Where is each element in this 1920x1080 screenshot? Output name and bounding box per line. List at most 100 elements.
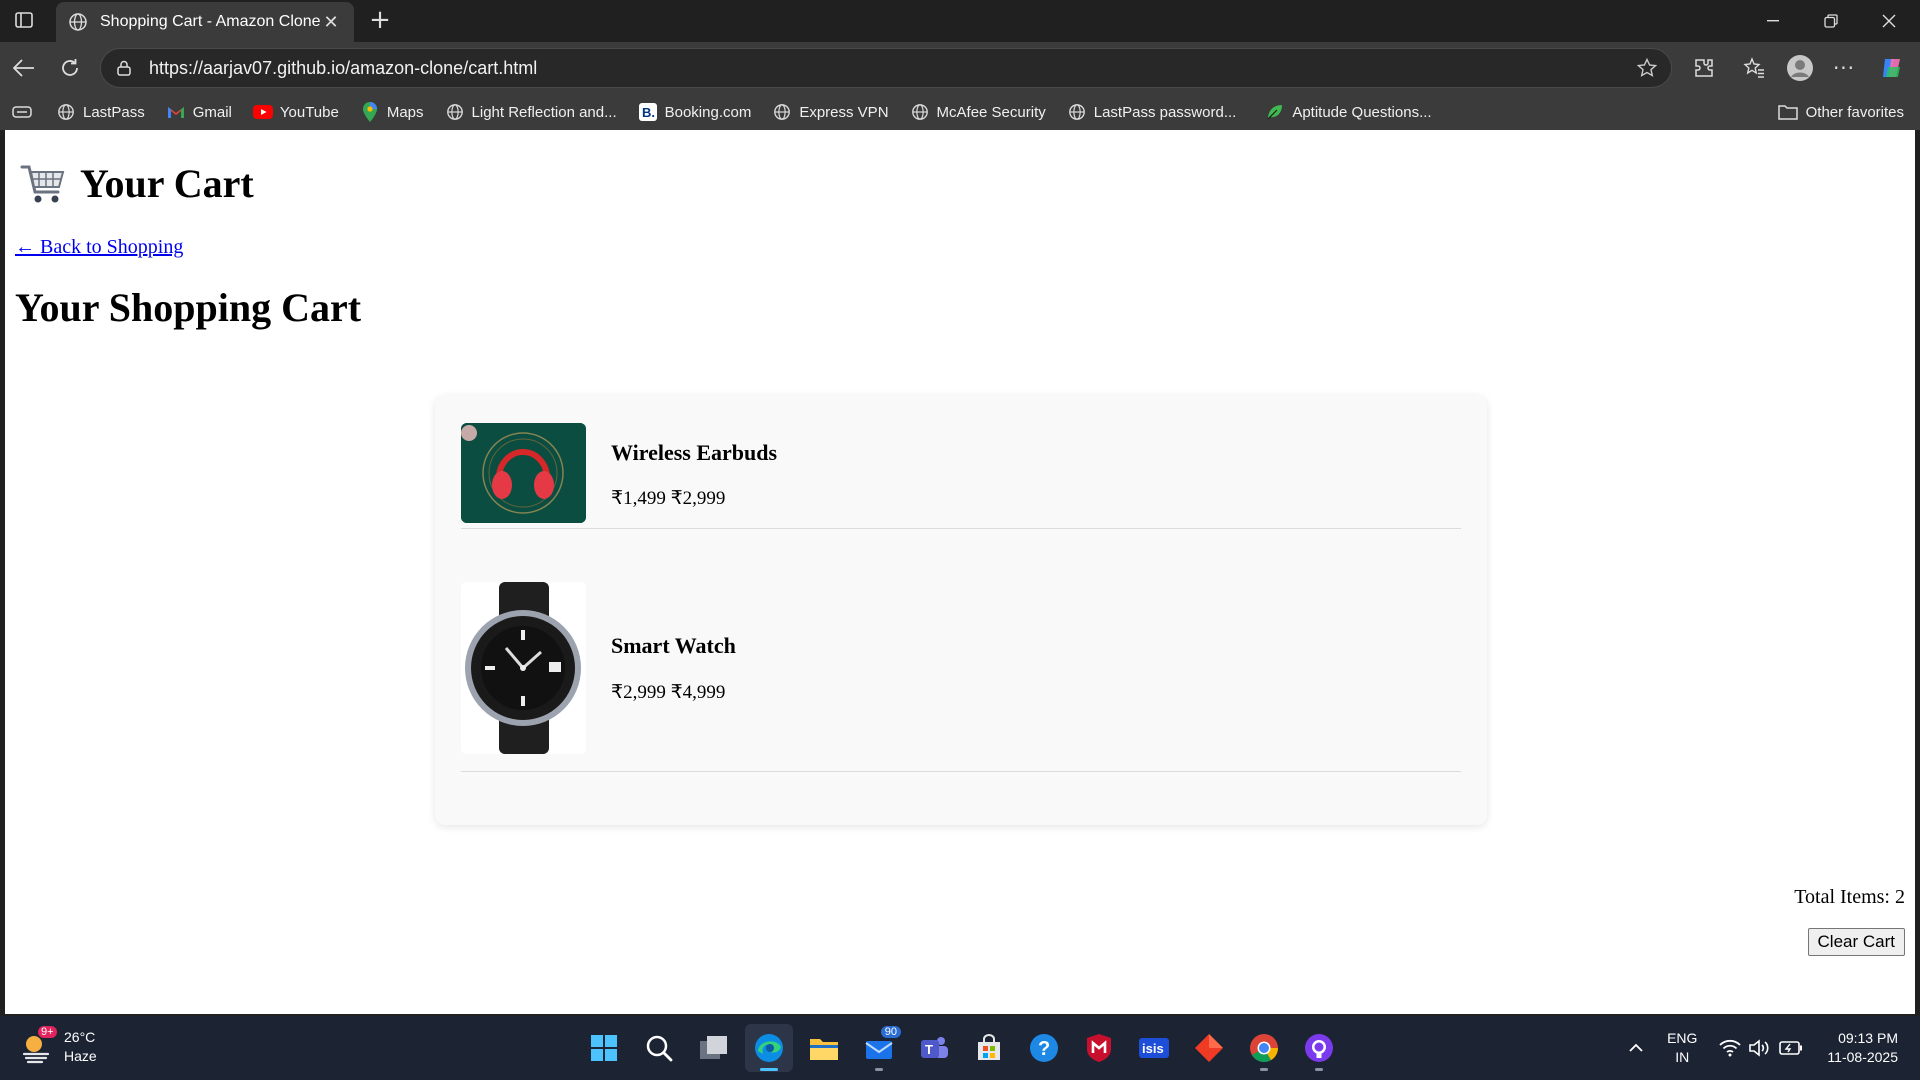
globe-icon: [910, 102, 930, 122]
folder-icon: [1777, 105, 1798, 120]
youtube-icon: [252, 102, 273, 122]
show-hidden-icons-icon[interactable]: [1621, 1040, 1651, 1056]
other-favorites[interactable]: Other favorites: [1777, 94, 1904, 130]
favorite-star-icon[interactable]: [1637, 58, 1657, 78]
more-options-icon[interactable]: ···: [1828, 52, 1860, 84]
help-icon[interactable]: ?: [1020, 1024, 1068, 1072]
page-viewport: Your Cart ← Back to Shopping Your Shoppi…: [5, 130, 1915, 1014]
svg-text:isis: isis: [1142, 1041, 1164, 1056]
item-image: [461, 582, 586, 754]
tab-close-icon[interactable]: ✕: [320, 12, 342, 33]
browser-tab[interactable]: Shopping Cart - Amazon Clone ✕: [56, 2, 354, 42]
extensions-icon[interactable]: [1688, 52, 1720, 84]
battery-icon: [1779, 1041, 1803, 1055]
cart-item: Smart Watch ₹2,999 ₹4,999: [461, 582, 1461, 772]
bookmark-label: Aptitude Questions...: [1292, 103, 1432, 121]
quick-settings[interactable]: [1719, 1039, 1803, 1057]
item-price: ₹2,999 ₹4,999: [611, 682, 726, 703]
bookmark-label: McAfee Security: [936, 103, 1046, 121]
language-code: ENG: [1667, 1030, 1698, 1046]
back-to-shopping-link[interactable]: ← Back to Shopping: [15, 236, 183, 259]
weather-badge: 9+: [38, 1026, 57, 1038]
total-items: Total Items: 2: [1794, 886, 1905, 908]
globe-icon: [69, 13, 87, 31]
bookmark-aptitude[interactable]: Aptitude Questions...: [1265, 102, 1432, 122]
chrome-icon[interactable]: [1240, 1024, 1288, 1072]
task-view-icon[interactable]: [690, 1024, 738, 1072]
globe-icon: [56, 102, 76, 122]
close-window-icon[interactable]: [1860, 0, 1918, 42]
github-icon[interactable]: [1295, 1024, 1343, 1072]
search-icon[interactable]: [635, 1024, 683, 1072]
globe-icon: [445, 102, 465, 122]
browser-title-bar: Shopping Cart - Amazon Clone ✕ +: [0, 0, 1920, 42]
back-arrow-icon[interactable]: [8, 52, 40, 84]
wifi-icon: [1719, 1039, 1742, 1057]
edge-browser-icon[interactable]: [745, 1024, 793, 1072]
bookmark-lastpass[interactable]: LastPass: [56, 102, 145, 122]
bookmark-label: LastPass: [83, 103, 145, 121]
copilot-icon[interactable]: [1876, 52, 1908, 84]
system-tray: ENG IN 09:13 PM 11-08-2025: [1621, 1016, 1920, 1080]
mail-badge: 90: [880, 1026, 901, 1038]
tab-title: Shopping Cart - Amazon Clone: [100, 13, 320, 30]
new-tab-button[interactable]: +: [364, 4, 396, 36]
globe-icon: [772, 102, 792, 122]
diamond-app-icon[interactable]: [1185, 1024, 1233, 1072]
cart-container: Wireless Earbuds ₹1,499 ₹2,999 Smart Wat…: [435, 395, 1487, 825]
address-bar[interactable]: https://aarjav07.github.io/amazon-clone/…: [100, 48, 1672, 88]
microsoft-store-icon[interactable]: [965, 1024, 1013, 1072]
bookmark-lastpass-password[interactable]: LastPass password...: [1067, 102, 1237, 122]
page-heading-text: Your Cart: [80, 161, 254, 206]
bookmark-label: LastPass password...: [1093, 103, 1237, 121]
bookmark-label: Light Reflection and...: [471, 103, 617, 121]
bookmark-light-reflection[interactable]: Light Reflection and...: [445, 102, 617, 122]
bookmark-express-vpn[interactable]: Express VPN: [772, 102, 889, 122]
bookmark-label: YouTube: [279, 103, 339, 121]
minimize-icon[interactable]: [1744, 0, 1802, 42]
cart-item: Wireless Earbuds ₹1,499 ₹2,999: [461, 423, 1461, 529]
restore-icon[interactable]: [1802, 0, 1860, 42]
svg-text:T: T: [925, 1042, 933, 1057]
bookmark-maps[interactable]: Maps: [360, 102, 424, 122]
language-indicator[interactable]: ENG IN: [1667, 1029, 1697, 1067]
bookmark-youtube[interactable]: YouTube: [252, 102, 339, 122]
mail-icon[interactable]: 90: [855, 1024, 903, 1072]
teams-icon[interactable]: T: [910, 1024, 958, 1072]
clear-cart-button[interactable]: Clear Cart: [1807, 928, 1905, 956]
item-image: [461, 423, 586, 523]
maps-icon: [360, 102, 380, 122]
item-price: ₹1,499 ₹2,999: [611, 488, 726, 509]
browser-toolbar: https://aarjav07.github.io/amazon-clone/…: [0, 42, 1920, 94]
clock[interactable]: 09:13 PM 11-08-2025: [1827, 1029, 1898, 1067]
region-code: IN: [1675, 1049, 1690, 1065]
isis-app-icon[interactable]: isis: [1130, 1024, 1178, 1072]
shopping-cart-icon: [20, 165, 65, 202]
clock-time: 09:13 PM: [1838, 1030, 1898, 1046]
bookmark-gmail[interactable]: Gmail: [166, 102, 232, 122]
svg-text:?: ?: [1038, 1038, 1050, 1060]
weather-temperature: 26°C: [64, 1029, 96, 1045]
bookmark-mcafee[interactable]: McAfee Security: [910, 102, 1046, 122]
favorites-icon[interactable]: [1738, 52, 1770, 84]
svg-text:B.: B.: [642, 105, 655, 120]
site-info-icon[interactable]: [115, 59, 133, 77]
weather-widget[interactable]: 9+ 26°C Haze: [20, 1026, 97, 1066]
url-text[interactable]: https://aarjav07.github.io/amazon-clone/…: [149, 58, 1637, 79]
windows-start-icon[interactable]: [580, 1024, 628, 1072]
bookmark-label: Express VPN: [799, 103, 889, 121]
bookmark-booking[interactable]: B. Booking.com: [638, 102, 751, 122]
bookmark-label: Maps: [386, 103, 424, 121]
refresh-icon[interactable]: [54, 52, 86, 84]
profile-avatar-icon[interactable]: [1784, 52, 1816, 84]
sidebar-toggle-icon[interactable]: [10, 8, 38, 32]
page-heading: Your Cart: [20, 160, 254, 207]
other-favorites-label: Other favorites: [1805, 103, 1904, 121]
booking-icon: B.: [638, 102, 658, 122]
tab-actions-icon[interactable]: [12, 105, 32, 119]
file-explorer-icon[interactable]: [800, 1024, 848, 1072]
clock-date: 11-08-2025: [1827, 1049, 1898, 1065]
gmail-icon: [166, 102, 186, 122]
mcafee-icon[interactable]: [1075, 1024, 1123, 1072]
globe-icon: [1067, 102, 1087, 122]
